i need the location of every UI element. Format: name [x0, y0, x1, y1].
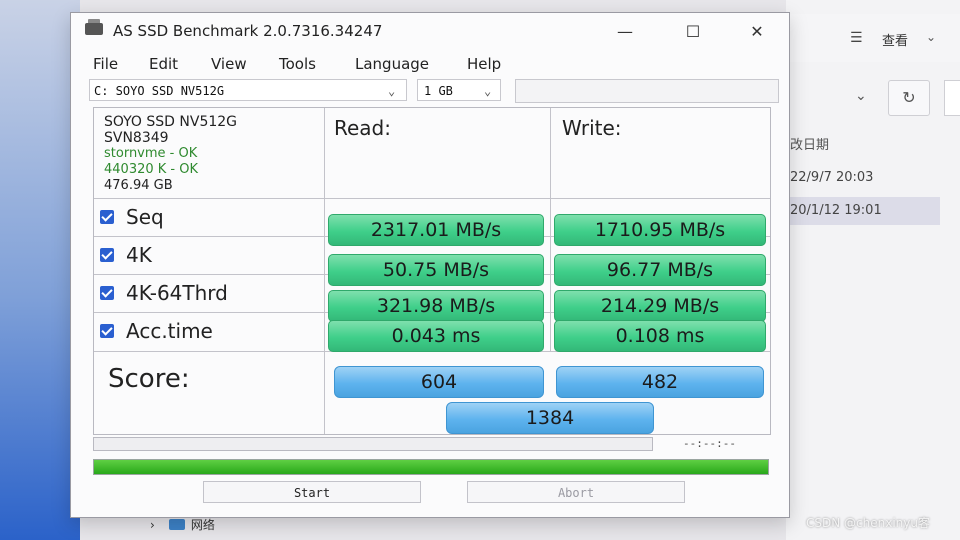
4k64-checkbox[interactable]: [100, 286, 114, 300]
driver-status: stornvme - OK: [104, 146, 198, 161]
abort-button[interactable]: Abort: [467, 481, 685, 503]
drive-model: SOYO SSD NV512G: [104, 114, 238, 130]
4k-row-label[interactable]: 4K: [100, 240, 152, 270]
test-size-select[interactable]: 1 GB ⌄: [417, 79, 501, 101]
seq-checkbox[interactable]: [100, 210, 114, 224]
alignment-status: 440320 K - OK: [104, 162, 198, 177]
menu-file[interactable]: File: [93, 55, 118, 73]
window-title: AS SSD Benchmark 2.0.7316.34247: [113, 22, 383, 40]
row-label-text: Seq: [126, 205, 164, 229]
drive-capacity: 476.94 GB: [104, 178, 173, 193]
file-row-date[interactable]: 22/9/7 20:03: [786, 164, 940, 192]
close-button[interactable]: ✕: [737, 19, 777, 45]
4k-read-result: 50.75 MB/s: [328, 254, 544, 286]
refresh-button[interactable]: ↻: [888, 80, 930, 116]
test-progress-bar: [93, 437, 653, 451]
chevron-right-icon[interactable]: ›: [150, 518, 155, 532]
chevron-down-icon: ⌄: [484, 84, 492, 98]
seq-row-label[interactable]: Seq: [100, 202, 164, 232]
chevron-down-icon[interactable]: ⌄: [855, 88, 867, 104]
score-label: Score:: [108, 364, 190, 394]
total-score: 1384: [446, 402, 654, 434]
progress-fill: [94, 460, 768, 474]
4k64-read-result: 321.98 MB/s: [328, 290, 544, 322]
read-header: Read:: [334, 116, 391, 140]
chevron-down-icon: ⌄: [388, 84, 396, 98]
write-score: 482: [556, 366, 764, 398]
file-row-date[interactable]: 20/1/12 19:01: [786, 197, 940, 225]
as-ssd-window: AS SSD Benchmark 2.0.7316.34247 — ☐ ✕ Fi…: [70, 12, 790, 518]
grid-divider: [550, 108, 551, 352]
desktop-wallpaper: [0, 0, 80, 540]
4k64-row-label[interactable]: 4K-64Thrd: [100, 278, 228, 308]
chevron-down-icon[interactable]: ⌄: [926, 30, 936, 44]
acctime-row-label[interactable]: Acc.time: [100, 316, 213, 346]
nav-tree-label: 网络: [190, 518, 215, 532]
drive-select[interactable]: C: SOYO SSD NV512G ⌄: [89, 79, 407, 101]
title-bar[interactable]: AS SSD Benchmark 2.0.7316.34247 — ☐ ✕: [71, 13, 789, 51]
refresh-icon: ↻: [902, 88, 916, 107]
menu-tools[interactable]: Tools: [279, 55, 316, 73]
drive-select-value: C: SOYO SSD NV512G: [94, 84, 225, 98]
4k-checkbox[interactable]: [100, 248, 114, 262]
explorer-search-input[interactable]: [944, 80, 960, 116]
read-score: 604: [334, 366, 544, 398]
view-icon[interactable]: ☰: [850, 30, 863, 46]
seq-read-result: 2317.01 MB/s: [328, 214, 544, 246]
write-header: Write:: [562, 116, 622, 140]
explorer-window: [786, 0, 960, 540]
status-field: [515, 79, 779, 103]
drive-info: SOYO SSD NV512G SVN8349 stornvme - OK 44…: [104, 114, 237, 194]
row-label-text: Acc.time: [126, 319, 213, 343]
test-size-value: 1 GB: [424, 84, 453, 98]
watermark: CSDN @chenxinyu客: [806, 516, 930, 530]
menu-language[interactable]: Language: [355, 55, 429, 73]
explorer-view-button[interactable]: 查看: [882, 30, 908, 49]
grid-divider: [324, 108, 325, 434]
menu-view[interactable]: View: [211, 55, 247, 73]
row-label-text: 4K-64Thrd: [126, 281, 228, 305]
results-grid: SOYO SSD NV512G SVN8349 stornvme - OK 44…: [93, 107, 771, 435]
drive-firmware: SVN8349: [104, 130, 169, 146]
menu-edit[interactable]: Edit: [149, 55, 178, 73]
maximize-button[interactable]: ☐: [673, 19, 713, 45]
4k64-write-result: 214.29 MB/s: [554, 290, 766, 322]
row-label-text: 4K: [126, 243, 152, 267]
seq-write-result: 1710.95 MB/s: [554, 214, 766, 246]
grid-divider: [94, 198, 770, 199]
acctime-write-result: 0.108 ms: [554, 320, 766, 352]
acctime-read-result: 0.043 ms: [328, 320, 544, 352]
elapsed-time: --:--:--: [683, 437, 736, 450]
menu-bar: File Edit View Tools Language Help: [71, 51, 789, 77]
4k-write-result: 96.77 MB/s: [554, 254, 766, 286]
minimize-button[interactable]: —: [605, 19, 645, 45]
nav-tree-item-network[interactable]: › 网络: [150, 516, 215, 533]
app-icon: [85, 19, 103, 35]
menu-help[interactable]: Help: [467, 55, 501, 73]
overall-progress-bar: [93, 459, 769, 475]
network-icon: [168, 519, 185, 530]
start-button[interactable]: Start: [203, 481, 421, 503]
acctime-checkbox[interactable]: [100, 324, 114, 338]
column-header-modified[interactable]: 改日期: [790, 134, 829, 153]
